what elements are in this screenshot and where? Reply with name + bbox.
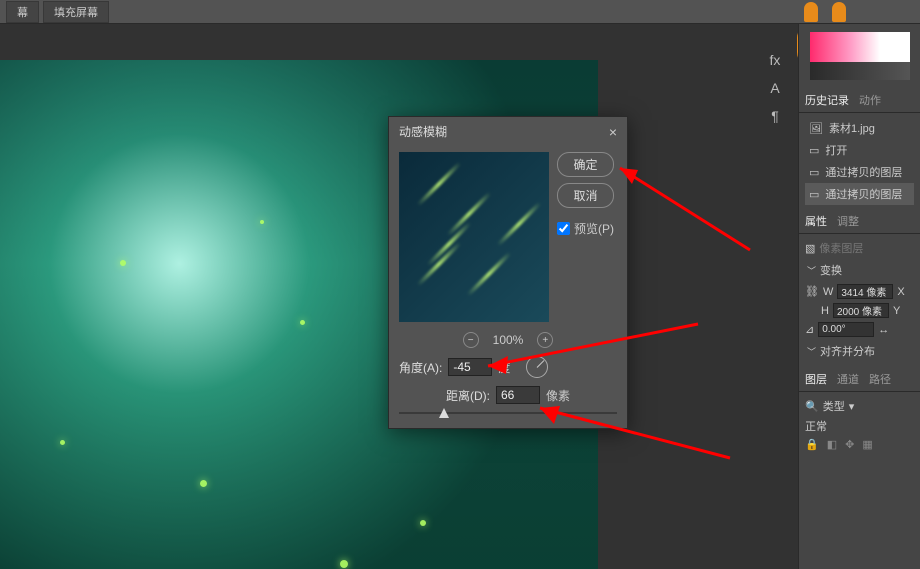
align-header: 对齐并分布 xyxy=(820,343,875,359)
doc-icon: ▭ xyxy=(809,166,819,179)
history-item-label: 通过拷贝的图层 xyxy=(825,186,902,202)
link-icon[interactable]: ⛓ xyxy=(805,285,819,298)
preview-checkbox[interactable] xyxy=(557,222,570,235)
color-picker[interactable] xyxy=(810,32,910,80)
transform-section[interactable]: ﹀变换 xyxy=(805,258,914,282)
lock-all-icon[interactable]: ▦ xyxy=(862,438,872,451)
cancel-button[interactable]: 取消 xyxy=(557,183,614,208)
zoom-out-icon[interactable]: − xyxy=(463,332,479,348)
preview-label: 预览(P) xyxy=(574,220,614,237)
w-label: W xyxy=(823,286,833,298)
history-item[interactable]: ▭ 打开 xyxy=(805,139,914,161)
distance-slider[interactable] xyxy=(399,412,617,414)
dialog-close-button[interactable]: × xyxy=(609,124,617,140)
width-input[interactable] xyxy=(837,284,893,299)
properties-panel-tabs: 属性 调整 xyxy=(799,209,920,233)
collapsed-panel-icons: fx A ¶ xyxy=(765,52,785,124)
align-section[interactable]: ﹀对齐并分布 xyxy=(805,339,914,363)
history-item[interactable]: ▭ 通过拷贝的图层 xyxy=(805,161,914,183)
y-axis-label: Y xyxy=(893,305,900,317)
filter-icon[interactable]: 🔍 xyxy=(805,400,819,413)
properties-panel: ▧ 像素图层 ﹀变换 ⛓ W X H Y ⊿ ↔ ﹀对齐并分布 xyxy=(799,233,920,367)
angle-unit: 度 xyxy=(498,359,510,376)
history-item[interactable]: 🖼 素材1.jpg xyxy=(805,117,914,139)
tab-layers[interactable]: 图层 xyxy=(805,371,827,387)
color-swatch-panel xyxy=(799,24,920,88)
history-item-label: 通过拷贝的图层 xyxy=(825,164,902,180)
transform-header: 变换 xyxy=(820,262,842,278)
blend-mode[interactable]: 正常 xyxy=(805,418,827,434)
doc-icon: ▭ xyxy=(809,144,819,157)
slider-thumb[interactable] xyxy=(439,408,449,418)
distance-label: 距离(D): xyxy=(446,387,490,404)
pixel-layer-icon: ▧ xyxy=(805,242,815,255)
tab-adjust[interactable]: 调整 xyxy=(837,213,859,229)
image-thumb-icon: 🖼 xyxy=(809,122,823,135)
text-icon[interactable]: A xyxy=(770,80,779,96)
tab-history[interactable]: 历史记录 xyxy=(805,92,849,108)
zoom-level: 100% xyxy=(493,333,524,347)
top-button-fill-screen[interactable]: 填充屏幕 xyxy=(43,1,109,23)
paragraph-icon[interactable]: ¶ xyxy=(771,108,779,124)
angle-icon: ⊿ xyxy=(805,323,814,336)
angle-label: 角度(A): xyxy=(399,359,442,376)
lock-position-icon[interactable]: ✥ xyxy=(845,438,854,451)
ok-button[interactable]: 确定 xyxy=(557,152,614,177)
doc-icon: ▭ xyxy=(809,188,819,201)
pixel-layer-label: 像素图层 xyxy=(819,240,863,256)
right-panel-stack: 历史记录 动作 🖼 素材1.jpg ▭ 打开 ▭ 通过拷贝的图层 ▭ 通过拷贝的图层 属… xyxy=(798,24,920,569)
history-list: 🖼 素材1.jpg ▭ 打开 ▭ 通过拷贝的图层 ▭ 通过拷贝的图层 xyxy=(799,112,920,209)
angle-input[interactable] xyxy=(448,358,492,376)
distance-unit: 像素 xyxy=(546,387,570,404)
flip-h-icon[interactable]: ↔ xyxy=(878,324,889,336)
lock-pixels-icon[interactable]: ◧ xyxy=(827,438,837,451)
history-panel-tabs: 历史记录 动作 xyxy=(799,88,920,112)
motion-blur-dialog: 动感模糊 × 确定 取消 预览(P) − 100% xyxy=(388,116,628,429)
history-item-label: 素材1.jpg xyxy=(829,120,875,136)
angle-dial[interactable] xyxy=(526,356,548,378)
history-item-label: 打开 xyxy=(825,142,847,158)
tab-channels[interactable]: 通道 xyxy=(837,371,859,387)
top-options-bar: 幕 填充屏幕 xyxy=(0,0,920,24)
blur-preview[interactable] xyxy=(399,152,549,322)
tab-properties[interactable]: 属性 xyxy=(805,213,827,229)
layers-panel: 🔍 类型 ▾ 正常 🔒 ◧ ✥ ▦ xyxy=(799,391,920,457)
layers-panel-tabs: 图层 通道 路径 xyxy=(799,367,920,391)
top-button-1[interactable]: 幕 xyxy=(6,1,39,23)
h-label: H xyxy=(821,305,829,317)
distance-input[interactable] xyxy=(496,386,540,404)
preview-checkbox-row[interactable]: 预览(P) xyxy=(557,220,614,237)
tab-actions[interactable]: 动作 xyxy=(859,92,881,108)
rotation-input[interactable] xyxy=(818,322,874,337)
tab-paths[interactable]: 路径 xyxy=(869,371,891,387)
zoom-in-icon[interactable]: + xyxy=(537,332,553,348)
history-item[interactable]: ▭ 通过拷贝的图层 xyxy=(805,183,914,205)
height-input[interactable] xyxy=(833,303,889,318)
x-axis-label: X xyxy=(897,286,904,298)
fx-icon[interactable]: fx xyxy=(770,52,781,68)
layer-kind-label: 类型 xyxy=(823,398,845,414)
lock-icon[interactable]: 🔒 xyxy=(805,438,819,451)
dialog-title: 动感模糊 xyxy=(399,123,447,140)
chevron-down-icon[interactable]: ▾ xyxy=(849,400,855,413)
